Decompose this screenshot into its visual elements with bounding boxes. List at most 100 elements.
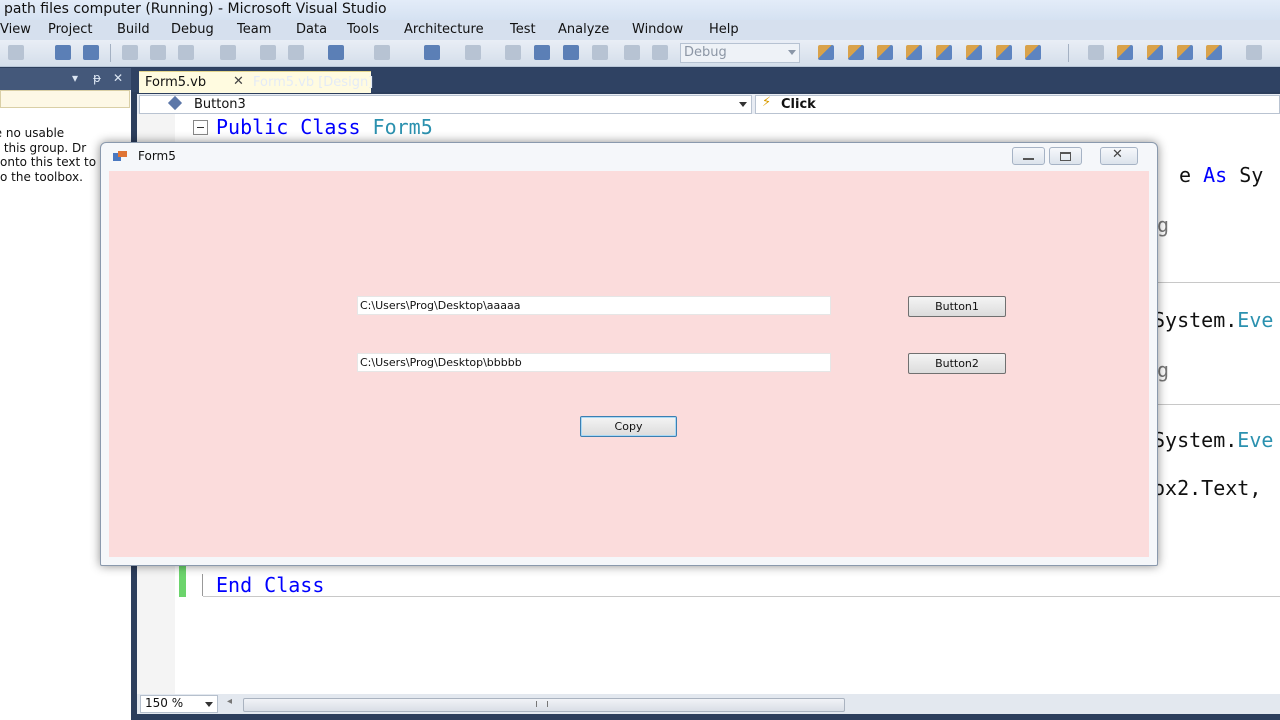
minimize-button[interactable] <box>1012 147 1045 165</box>
control-icon <box>167 95 183 111</box>
cut-icon[interactable] <box>122 45 138 60</box>
form-icon <box>113 151 127 162</box>
add-project-icon[interactable] <box>8 45 24 60</box>
scrollbar-thumb[interactable] <box>243 698 845 712</box>
solution-explorer-icon[interactable] <box>818 45 834 60</box>
table-icon[interactable] <box>1147 45 1163 60</box>
menu-architecture[interactable]: Architecture <box>404 22 484 37</box>
button2[interactable]: Button2 <box>908 353 1006 374</box>
menu-project[interactable]: Project <box>48 22 92 37</box>
code-type: Eve <box>1237 428 1274 452</box>
menu-view[interactable]: View <box>0 22 31 37</box>
code-fragment: System.Eve <box>1153 428 1273 452</box>
code-keyword: Public Class <box>216 115 361 139</box>
code-text: e <box>1179 163 1192 187</box>
uncomment-icon[interactable] <box>288 45 304 60</box>
collapse-icon[interactable] <box>193 120 208 135</box>
close-button[interactable]: ✕ <box>1100 147 1138 165</box>
menu-debug[interactable]: Debug <box>171 22 214 37</box>
save-icon[interactable] <box>55 45 71 60</box>
code-line-end-class: End Class <box>216 573 325 597</box>
paste-icon[interactable] <box>178 45 194 60</box>
code-line-class: Public Class Form5 <box>216 115 433 139</box>
class-view-icon[interactable] <box>936 45 952 60</box>
code-fragment: System.Eve <box>1153 308 1273 332</box>
designer-icon[interactable] <box>1117 45 1133 60</box>
chevron-down-icon <box>788 50 796 55</box>
close-icon[interactable]: ✕ <box>113 71 123 85</box>
toolbar-separator <box>1068 44 1069 62</box>
class-name-value: Button3 <box>194 97 246 112</box>
tab-label: Form5.vb [Design] <box>253 75 374 90</box>
toolbar-separator <box>110 44 111 62</box>
navigation-bar: Button3 ⚡ Click <box>137 94 1280 114</box>
horizontal-scrollbar[interactable]: ◂ <box>223 696 845 712</box>
grip-icon <box>536 701 548 707</box>
menu-help[interactable]: Help <box>709 22 739 37</box>
code-type: Eve <box>1237 308 1274 332</box>
step-out-icon[interactable] <box>652 45 668 60</box>
comment-icon[interactable] <box>260 45 276 60</box>
forward-arrow-icon[interactable] <box>1088 45 1104 60</box>
copy-icon[interactable] <box>150 45 166 60</box>
object-browser-icon[interactable] <box>877 45 893 60</box>
code-fragment: ox2.Text, <box>1153 476 1262 500</box>
chevron-down-icon[interactable]: ▾ <box>72 71 78 85</box>
step-over-icon[interactable] <box>624 45 640 60</box>
chevron-down-icon <box>205 702 213 707</box>
menu-analyze[interactable]: Analyze <box>558 22 609 37</box>
menu-bar: View Project Build Debug Team Data Tools… <box>0 20 1280 40</box>
extension-manager-icon[interactable] <box>1025 45 1041 60</box>
start-debugging-icon[interactable] <box>505 45 521 60</box>
textbox2[interactable]: C:\Users\Prog\Desktop\bbbbb <box>357 353 831 372</box>
textbox1[interactable]: C:\Users\Prog\Desktop\aaaaa <box>357 296 831 315</box>
close-icon[interactable]: ✕ <box>233 74 244 89</box>
tab-label: Form5.vb <box>145 75 207 90</box>
navigate-back-icon[interactable] <box>424 45 440 60</box>
form5-title-bar[interactable]: Form5 ✕ <box>101 143 1157 169</box>
stop-debugging-icon[interactable] <box>563 45 579 60</box>
scroll-left-icon[interactable]: ◂ <box>227 696 232 707</box>
code-text: Sy <box>1239 163 1264 187</box>
window-title: path files computer (Running) - Microsof… <box>4 1 387 17</box>
code-text: System. <box>1153 428 1238 452</box>
step-icon[interactable] <box>592 45 608 60</box>
form5-client-area: C:\Users\Prog\Desktop\aaaaa Button1 C:\U… <box>109 171 1149 557</box>
textbox1-value: C:\Users\Prog\Desktop\aaaaa <box>360 299 521 312</box>
copy-button[interactable]: Copy <box>580 416 677 437</box>
menu-build[interactable]: Build <box>117 22 150 37</box>
chevron-down-icon <box>739 102 747 107</box>
class-name-dropdown[interactable]: Button3 <box>139 95 752 114</box>
redo-icon[interactable] <box>374 45 390 60</box>
form5-window: Form5 ✕ C:\Users\Prog\Desktop\aaaaa Butt… <box>100 142 1158 566</box>
zoom-icon[interactable] <box>1246 45 1262 60</box>
method-name-value: Click <box>781 97 816 112</box>
method-name-dropdown[interactable]: ⚡ Click <box>755 95 1280 114</box>
pin-icon[interactable]: ᵽ <box>93 71 101 85</box>
maximize-button[interactable] <box>1049 147 1082 165</box>
toolbox-icon[interactable] <box>906 45 922 60</box>
method-separator <box>203 596 1280 597</box>
menu-data[interactable]: Data <box>296 22 327 37</box>
find-icon[interactable] <box>220 45 236 60</box>
menu-tools[interactable]: Tools <box>347 22 379 37</box>
solution-configuration-dropdown[interactable]: Debug <box>680 43 800 63</box>
break-all-icon[interactable] <box>534 45 550 60</box>
format-icon[interactable] <box>1206 45 1222 60</box>
team-explorer-icon[interactable] <box>996 45 1012 60</box>
zoom-value: 150 % <box>145 696 184 710</box>
button1[interactable]: Button1 <box>908 296 1006 317</box>
save-all-icon[interactable] <box>83 45 99 60</box>
undo-icon[interactable] <box>328 45 344 60</box>
menu-window[interactable]: Window <box>632 22 683 37</box>
layout-icon[interactable] <box>1177 45 1193 60</box>
server-explorer-icon[interactable] <box>966 45 982 60</box>
properties-icon[interactable] <box>848 45 864 60</box>
menu-team[interactable]: Team <box>237 22 271 37</box>
toolbox-search-input[interactable] <box>0 90 130 108</box>
menu-test[interactable]: Test <box>510 22 536 37</box>
close-icon: ✕ <box>1112 147 1123 162</box>
navigate-forward-icon[interactable] <box>465 45 481 60</box>
zoom-dropdown[interactable]: 150 % <box>140 695 218 713</box>
title-bar: path files computer (Running) - Microsof… <box>0 0 1280 20</box>
